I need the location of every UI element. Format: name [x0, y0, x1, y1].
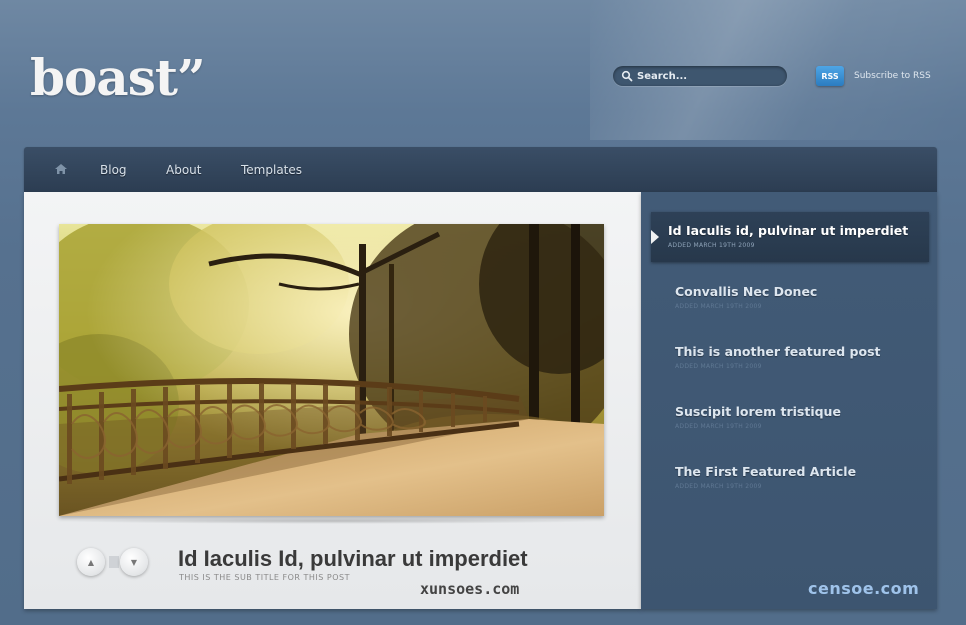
- featured-item-title: Convallis Nec Donec: [675, 284, 818, 299]
- up-arrow-icon: ▲: [87, 557, 95, 567]
- image-shadow: [64, 518, 599, 524]
- featured-item-title: Suscipit lorem tristique: [675, 404, 841, 419]
- rss-button[interactable]: RSS: [816, 66, 844, 86]
- featured-item[interactable]: Id Iaculis id, pulvinar ut imperdiet ADD…: [668, 223, 908, 249]
- featured-item-title: This is another featured post: [675, 344, 881, 359]
- featured-item-title: Id Iaculis id, pulvinar ut imperdiet: [668, 223, 909, 238]
- search-input[interactable]: [637, 70, 777, 82]
- post-title[interactable]: Id Iaculis Id, pulvinar ut imperdiet: [178, 546, 528, 572]
- featured-item-title: The First Featured Article: [675, 464, 857, 479]
- post-subtitle: THIS IS THE SUB TITLE FOR THIS POST: [179, 573, 350, 582]
- featured-item-date: ADDED MARCH 19TH 2009: [668, 242, 755, 249]
- featured-sidebar: Id Iaculis id, pulvinar ut imperdiet ADD…: [641, 192, 937, 609]
- featured-item-date: ADDED MARCH 19TH 2009: [675, 483, 762, 490]
- nav-item-templates[interactable]: Templates: [241, 163, 302, 177]
- featured-item[interactable]: Convallis Nec Donec ADDED MARCH 19TH 200…: [675, 284, 817, 310]
- search-box[interactable]: [613, 66, 787, 86]
- slider-prev-button[interactable]: ▲: [77, 548, 105, 576]
- featured-image[interactable]: [59, 224, 604, 516]
- watermark-right: censoe.com: [808, 579, 920, 598]
- subscribe-rss-link[interactable]: Subscribe to RSS: [854, 71, 931, 81]
- nav-item-about[interactable]: About: [166, 163, 201, 177]
- watermark-left: xunsoes.com: [420, 580, 520, 598]
- slider-control-divider: [109, 556, 119, 568]
- site-logo[interactable]: boast”: [30, 48, 206, 107]
- featured-item[interactable]: The First Featured Article ADDED MARCH 1…: [675, 464, 856, 490]
- slider-next-button[interactable]: ▼: [120, 548, 148, 576]
- featured-item-date: ADDED MARCH 19TH 2009: [675, 303, 762, 310]
- main-content: ▲ ▼ Id Iaculis Id, pulvinar ut imperdiet…: [24, 192, 641, 609]
- featured-item-date: ADDED MARCH 19TH 2009: [675, 363, 762, 370]
- active-pointer-icon: [651, 230, 659, 244]
- featured-item-date: ADDED MARCH 19TH 2009: [675, 423, 762, 430]
- home-icon[interactable]: [54, 163, 68, 175]
- featured-item[interactable]: This is another featured post ADDED MARC…: [675, 344, 881, 370]
- main-nav: Blog About Templates: [24, 147, 937, 192]
- down-arrow-icon: ▼: [130, 557, 138, 567]
- nav-item-blog[interactable]: Blog: [100, 163, 127, 177]
- search-icon: [621, 70, 633, 82]
- featured-item[interactable]: Suscipit lorem tristique ADDED MARCH 19T…: [675, 404, 841, 430]
